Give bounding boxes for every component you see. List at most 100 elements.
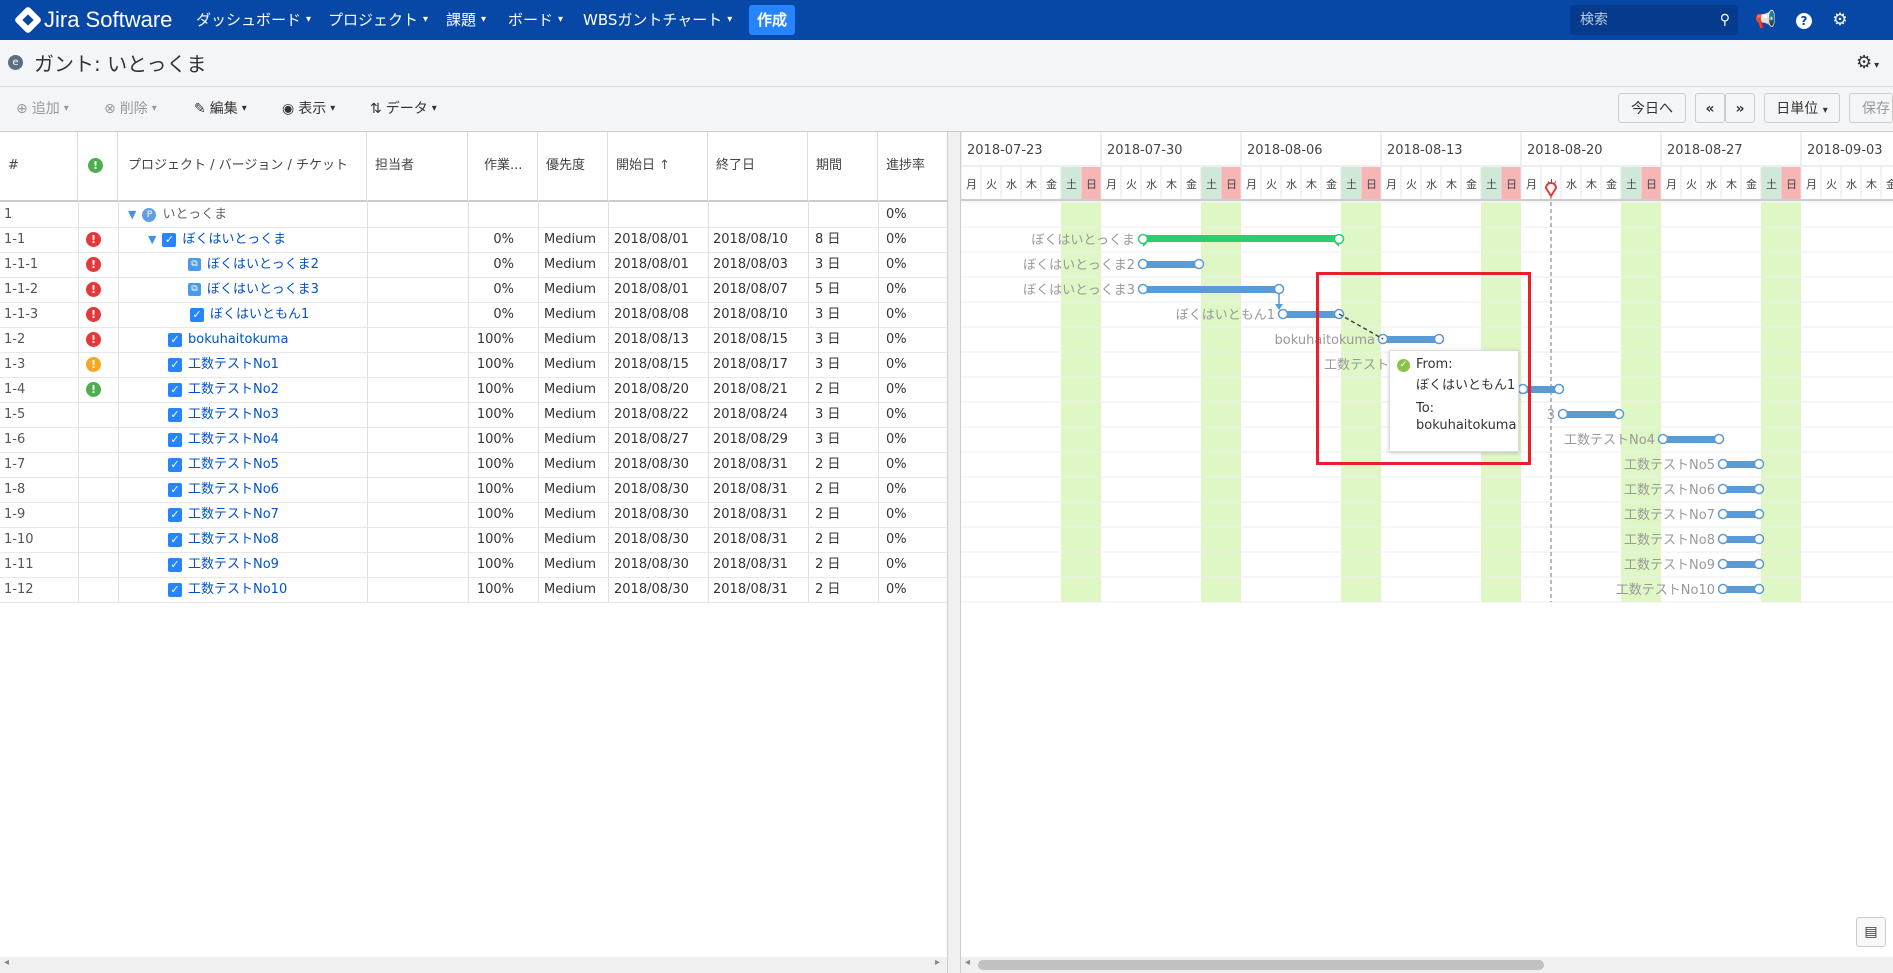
delete-menu[interactable]: ⊗ 削除 ▾ [104,98,157,120]
task-bar[interactable] [1723,536,1759,543]
bar-start-handle[interactable] [1137,258,1149,270]
bar-start-handle[interactable] [1717,533,1729,545]
ticket-link[interactable]: 工数テストNo2 [188,382,279,397]
col-header-name[interactable]: プロジェクト / バージョン / チケット [118,132,367,200]
bar-end-handle[interactable] [1713,433,1725,445]
col-header-assignee[interactable]: 担当者 [367,132,468,200]
col-header-effort[interactable]: 作業... [468,132,538,200]
search-input[interactable]: 検索 ⚲ [1570,5,1738,35]
table-row[interactable]: 1-3! ✓ 工数テストNo1 100% Medium 2018/08/15 2018/08… [0,352,947,378]
table-row[interactable]: 1-12 ✓ 工数テストNo10 100% Medium 2018/08/30 2018/0… [0,577,947,603]
ticket-link[interactable]: bokuhaitokuma [188,332,288,347]
bar-start-handle[interactable] [1277,308,1289,320]
add-menu[interactable]: ⊕ 追加 ▾ [16,98,69,120]
bar-start-handle[interactable] [1657,433,1669,445]
table-row[interactable]: 1-11 ✓ 工数テストNo9 100% Medium 2018/08/30 2018/08… [0,552,947,578]
ticket-link[interactable]: ぼくはいとっくま2 [207,257,319,272]
view-menu[interactable]: ◉ 表示 ▾ [282,98,335,120]
table-row[interactable]: 1-1-3! ✓ ぼくはいともん1 0% Medium 2018/08/08 2018/08… [0,302,947,328]
save-button[interactable]: 保存 [1849,93,1893,123]
page-settings-icon[interactable]: ⚙ ▾ [1856,52,1879,73]
nav-projects[interactable]: プロジェクト ▾ [328,8,428,32]
task-bar[interactable] [1143,261,1199,268]
expand-toggle-icon[interactable]: ▼ [148,233,156,246]
table-row[interactable]: 1-10 ✓ 工数テストNo8 100% Medium 2018/08/30 2018/08… [0,527,947,553]
bar-start-handle[interactable] [1717,508,1729,520]
bar-end-handle[interactable] [1753,558,1765,570]
day-unit-select[interactable]: 日単位 ▾ [1764,93,1840,123]
bar-end-handle[interactable] [1333,233,1345,245]
jira-logo[interactable]: Jira Software [13,5,172,35]
nav-wbs-gantt[interactable]: WBSガントチャート ▾ [583,8,732,32]
ticket-link[interactable]: 工数テストNo9 [188,557,279,572]
ticket-link[interactable]: 工数テストNo7 [188,507,279,522]
nav-boards[interactable]: ボード ▾ [508,8,563,32]
document-icon[interactable]: ▤ [1856,917,1886,947]
ticket-link[interactable]: 工数テストNo6 [188,482,279,497]
table-row[interactable]: 1 ▼ P いとっくま 0% [0,202,947,228]
bar-start-handle[interactable] [1717,583,1729,595]
task-bar[interactable] [1723,586,1759,593]
col-header-progress[interactable]: 進捗率 [878,132,947,200]
table-row[interactable]: 1-4! ✓ 工数テストNo2 100% Medium 2018/08/20 2018/08… [0,377,947,403]
ticket-link[interactable]: 工数テストNo3 [188,407,279,422]
gantt-scrollbar-thumb[interactable] [978,960,1544,970]
megaphone-icon[interactable]: 📢 [1755,9,1777,31]
bar-start-handle[interactable] [1717,458,1729,470]
table-row[interactable]: 1-6 ✓ 工数テストNo4 100% Medium 2018/08/27 2018/08/… [0,427,947,453]
scroll-right-arrow-icon[interactable]: ▸ [935,957,940,968]
create-button[interactable]: 作成 [749,5,795,35]
table-row[interactable]: 1-1-2! ⧉ ぼくはいとっくま3 0% Medium 2018/08/01 2018/0… [0,277,947,303]
col-header-start-date[interactable]: 開始日 ↑ [608,132,708,200]
bar-start-handle[interactable] [1137,283,1149,295]
bar-end-handle[interactable] [1753,483,1765,495]
data-menu[interactable]: ⇅ データ ▾ [370,98,437,120]
task-bar[interactable] [1723,561,1759,568]
task-bar[interactable] [1723,461,1759,468]
task-bar[interactable] [1663,436,1719,443]
table-row[interactable]: 1-1-1! ⧉ ぼくはいとっくま2 0% Medium 2018/08/01 2018/0… [0,252,947,278]
ticket-link[interactable]: ぼくはいとっくま3 [207,282,319,297]
bar-start-handle[interactable] [1717,558,1729,570]
ticket-link[interactable]: 工数テストNo4 [188,432,279,447]
bar-end-handle[interactable] [1753,533,1765,545]
ticket-link[interactable]: ぼくはいともん1 [210,307,309,322]
bar-end-handle[interactable] [1193,258,1205,270]
settings-icon[interactable]: ⚙ [1829,9,1851,31]
table-row[interactable]: 1-7 ✓ 工数テストNo5 100% Medium 2018/08/30 2018/08/… [0,452,947,478]
table-row[interactable]: 1-1! ▼ ✓ ぼくはいとっくま 0% Medium 2018/08/01 2018/08/… [0,227,947,253]
ticket-link[interactable]: 工数テストNo5 [188,457,279,472]
bar-end-handle[interactable] [1753,508,1765,520]
table-row[interactable]: 1-5 ✓ 工数テストNo3 100% Medium 2018/08/22 2018/08/… [0,402,947,428]
ticket-link[interactable]: 工数テストNo1 [188,357,279,372]
edit-menu[interactable]: ✎ 編集 ▾ [194,98,247,120]
col-header-number[interactable]: # [0,132,78,200]
bar-end-handle[interactable] [1753,458,1765,470]
bar-end-handle[interactable] [1553,383,1565,395]
table-row[interactable]: 1-2! ✓ bokuhaitokuma 100% Medium 2018/08/13 20… [0,327,947,353]
bar-end-handle[interactable] [1273,283,1285,295]
help-icon[interactable]: ? [1793,9,1815,31]
summary-bar[interactable] [1143,235,1339,242]
col-header-end-date[interactable]: 終了日 [708,132,808,200]
nav-issues[interactable]: 課題 ▾ [446,8,486,32]
bar-end-handle[interactable] [1613,408,1625,420]
pane-splitter[interactable] [947,132,961,973]
grid-horizontal-scrollbar[interactable] [0,957,947,973]
task-bar[interactable] [1723,486,1759,493]
nav-dashboard[interactable]: ダッシュボード ▾ [196,8,311,32]
col-header-priority-text[interactable]: 優先度 [538,132,608,200]
bar-start-handle[interactable] [1557,408,1569,420]
bar-end-handle[interactable] [1753,583,1765,595]
gantt-scroll-left-arrow-icon[interactable]: ◂ [965,957,970,968]
bar-start-handle[interactable] [1137,233,1149,245]
col-header-duration[interactable]: 期間 [808,132,878,200]
prev-button[interactable]: « [1695,93,1725,123]
ticket-link[interactable]: 工数テストNo8 [188,532,279,547]
bar-start-handle[interactable] [1717,483,1729,495]
task-bar[interactable] [1723,511,1759,518]
scroll-left-arrow-icon[interactable]: ◂ [4,957,9,968]
task-bar[interactable] [1143,286,1279,293]
col-header-priority[interactable]: ! [78,132,118,200]
today-button[interactable]: 今日へ [1618,93,1686,123]
